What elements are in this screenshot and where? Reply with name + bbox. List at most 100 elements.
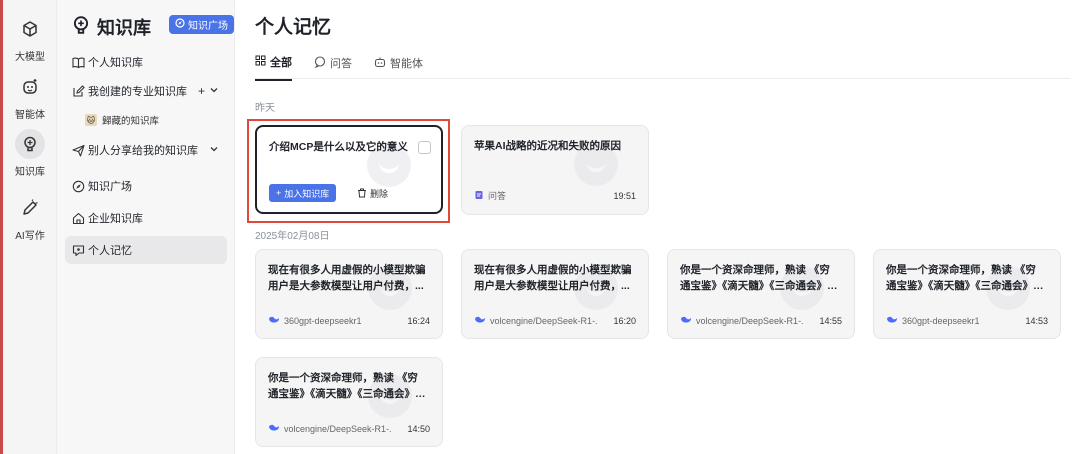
card-source-label: 问答 — [488, 191, 507, 201]
avatar: 🐱 — [85, 114, 97, 126]
sidebar-item-enterprise-kb[interactable]: 企业知识库 — [65, 204, 227, 232]
cube-icon — [15, 14, 45, 44]
main-content: 个人记忆 全部 问答 智能体 昨天 介绍MCP是什么以及它的意义 + 加入知识库… — [235, 0, 1080, 454]
left-rail: 大模型 智能体 知识库 AI写作 — [0, 0, 57, 454]
sidebar-item-actions — [209, 143, 219, 157]
sidebar-item-label: 知识广场 — [88, 181, 132, 193]
sidebar-sub-item-kb[interactable]: 🐱 歸藏的知识库 — [85, 113, 159, 127]
sidebar-item-label: 企业知识库 — [88, 213, 143, 225]
card-source-label: volcengine/DeepSeek-R1-... — [284, 423, 392, 434]
card-source-label: volcengine/DeepSeek-R1-... — [490, 315, 598, 326]
chat-icon — [314, 55, 326, 71]
card-footer: 问答 19:51 — [474, 189, 636, 202]
whale-icon — [268, 423, 280, 434]
rail-item-label: 知识库 — [15, 167, 45, 178]
sidebar-item-label: 个人知识库 — [88, 57, 143, 69]
tab-label: 智能体 — [390, 58, 423, 70]
card-footer: 360gpt-deepseekr1 16:24 — [268, 315, 430, 326]
lightbulb-icon — [71, 15, 91, 40]
sidebar-item-knowledge-plaza[interactable]: 知识广场 — [65, 172, 227, 200]
card-footer: volcengine/DeepSeek-R1-... 14:50 — [268, 423, 430, 434]
memory-card[interactable]: 现在有很多人用虚假的小模型欺骗用户是大参数模型让用户付费，... 360gpt-… — [255, 249, 443, 339]
card-title: 现在有很多人用虚假的小模型欺骗用户是大参数模型让用户付费，... — [268, 264, 426, 292]
knowledge-sidebar: 知识库 知识广场 个人知识库 我创建的专业知识库 + 🐱 歸藏的知识库 别人分享… — [57, 0, 235, 454]
tab-label: 全部 — [270, 57, 292, 69]
card-time: 16:20 — [613, 315, 636, 326]
tab-label: 问答 — [330, 58, 352, 70]
sidebar-item-label: 个人记忆 — [88, 245, 132, 257]
rail-item-label: 智能体 — [15, 110, 45, 121]
home-icon — [71, 211, 85, 225]
card-title: 现在有很多人用虚假的小模型欺骗用户是大参数模型让用户付费，... — [474, 264, 632, 292]
card-title: 你是一个资深命理师，熟读 《穷通宝鉴》《滴天髓》《三命通会》《子... — [268, 372, 418, 400]
plaza-button-label: 知识广场 — [188, 21, 228, 32]
whale-icon — [474, 315, 486, 326]
edit-icon — [71, 84, 85, 98]
rail-item-ai-writing[interactable]: AI写作 — [3, 193, 57, 242]
whale-icon — [886, 315, 898, 326]
page-title: 个人记忆 — [255, 17, 332, 38]
card-source: volcengine/DeepSeek-R1-... — [680, 315, 804, 326]
card-title: 苹果AI战略的近况和失败的原因 — [474, 140, 621, 152]
memory-card[interactable]: 你是一个资深命理师，熟读 《穷通宝鉴》《滴天髓》《三命通会》《子... volc… — [255, 357, 443, 447]
sidebar-sub-item-label: 歸藏的知识库 — [102, 116, 160, 127]
card-title: 你是一个资深命理师，熟读 《穷通宝鉴》《滴天髓》《三命通会》《子... — [680, 264, 830, 292]
card-footer: 360gpt-deepseekr1 14:53 — [886, 315, 1048, 326]
memory-tabs: 全部 问答 智能体 — [255, 54, 423, 81]
send-icon — [71, 143, 85, 157]
chevron-down-icon[interactable] — [209, 84, 219, 98]
add-icon[interactable]: + — [198, 84, 205, 98]
compass-icon — [71, 179, 85, 193]
memory-card[interactable]: 苹果AI战略的近况和失败的原因 问答 19:51 — [461, 125, 649, 215]
pen-icon — [15, 193, 45, 223]
whale-icon — [268, 315, 280, 326]
sidebar-item-label: 别人分享给我的知识库 — [88, 145, 198, 157]
tab-all[interactable]: 全部 — [255, 54, 292, 81]
bot-face-icon — [15, 72, 45, 102]
card-time: 14:53 — [1025, 315, 1048, 326]
memory-card[interactable]: 你是一个资深命理师，熟读 《穷通宝鉴》《滴天髓》《三命通会》《子... volc… — [667, 249, 855, 339]
rail-item-models[interactable]: 大模型 — [3, 14, 57, 63]
lightbulb-icon — [15, 129, 45, 159]
card-source: volcengine/DeepSeek-R1-... — [268, 423, 392, 434]
card-title: 你是一个资深命理师，熟读 《穷通宝鉴》《滴天髓》《三命通会》《子... — [886, 264, 1036, 292]
sidebar-item-actions: + — [198, 84, 219, 98]
group-label: 2025年02月08日 — [255, 231, 330, 242]
knowledge-plaza-button[interactable]: 知识广场 — [169, 15, 234, 34]
card-source: 问答 — [474, 189, 506, 202]
card-time: 19:51 — [613, 190, 636, 201]
selection-highlight — [247, 119, 450, 223]
sidebar-header: 知识库 — [71, 14, 151, 40]
whale-icon — [680, 315, 692, 326]
card-time: 14:50 — [407, 423, 430, 434]
card-source: 360gpt-deepseekr1 — [268, 315, 362, 326]
card-source: volcengine/DeepSeek-R1-... — [474, 315, 598, 326]
tab-agent[interactable]: 智能体 — [374, 54, 423, 81]
card-footer: volcengine/DeepSeek-R1-... 14:55 — [680, 315, 842, 326]
card-source-label: 360gpt-deepseekr1 — [902, 315, 980, 326]
sidebar-item-shared-kb[interactable]: 别人分享给我的知识库 — [65, 136, 227, 164]
card-source-label: volcengine/DeepSeek-R1-... — [696, 315, 804, 326]
group-label: 昨天 — [255, 103, 275, 114]
rail-item-agents[interactable]: 智能体 — [3, 72, 57, 121]
memory-icon — [71, 243, 85, 257]
rail-item-label: AI写作 — [15, 231, 45, 242]
sidebar-item-personal-memory[interactable]: 个人记忆 — [65, 236, 227, 264]
qa-doc-icon — [474, 190, 484, 202]
tab-qa[interactable]: 问答 — [314, 54, 352, 81]
card-source: 360gpt-deepseekr1 — [886, 315, 980, 326]
sidebar-item-personal-kb[interactable]: 个人知识库 — [65, 48, 227, 76]
sidebar-item-label: 我创建的专业知识库 — [88, 86, 187, 98]
bot-icon — [374, 56, 386, 71]
card-footer: volcengine/DeepSeek-R1-... 16:20 — [474, 315, 636, 326]
memory-card[interactable]: 现在有很多人用虚假的小模型欺骗用户是大参数模型让用户付费，... volceng… — [461, 249, 649, 339]
sidebar-item-my-pro-kb[interactable]: 我创建的专业知识库 + — [65, 77, 227, 105]
compass-icon — [175, 18, 185, 31]
rail-item-label: 大模型 — [15, 52, 45, 63]
chevron-down-icon[interactable] — [209, 143, 219, 157]
rail-item-knowledge[interactable]: 知识库 — [3, 129, 57, 178]
sidebar-title: 知识库 — [97, 18, 151, 38]
memory-card[interactable]: 你是一个资深命理师，熟读 《穷通宝鉴》《滴天髓》《三命通会》《子... 360g… — [873, 249, 1061, 339]
book-icon — [71, 55, 85, 69]
card-source-label: 360gpt-deepseekr1 — [284, 315, 362, 326]
